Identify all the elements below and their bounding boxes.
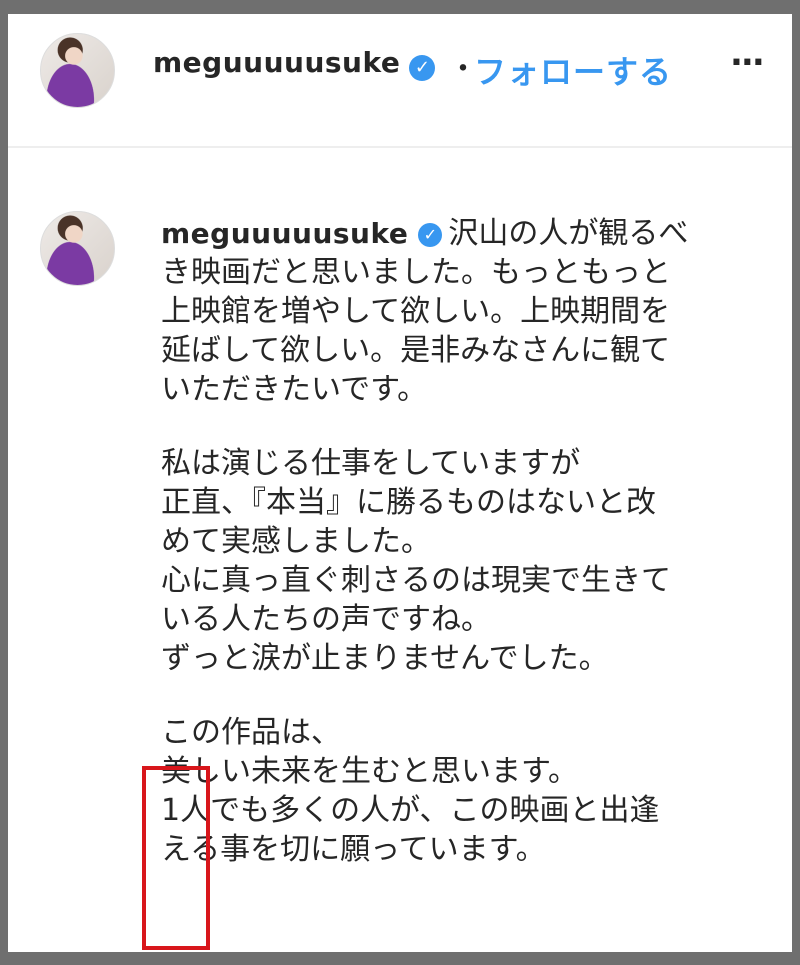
comment-line: 心に真っ直ぐ刺さるのは現実で生きて — [161, 563, 671, 598]
comment-line: ずっと涙が止まりませんでした。 — [161, 641, 609, 676]
verified-badge-icon: ✓ — [409, 54, 436, 81]
comment-line: 1人でも多くの人が、この映画と出逢 — [161, 793, 660, 828]
comment-avatar[interactable] — [40, 211, 115, 286]
comment-text: meguuuuusuke ✓ 沢山の人が観るべ き映画だと思いました。もっともっと … — [161, 214, 751, 869]
comment-line: 正直、『本当』に勝るものはないと改 — [161, 485, 656, 520]
header-username[interactable]: meguuuuusuke — [153, 46, 400, 79]
instagram-post-panel: meguuuuusuke ✓ ・ フォローする ... meguuuuusuke… — [8, 14, 792, 952]
comment-line: 上映館を増やして欲しい。上映期間を — [161, 294, 671, 329]
comment-line: き映画だと思いました。もっともっと — [161, 255, 671, 290]
comment-line: 私は演じる仕事をしていますが — [161, 446, 581, 481]
verified-badge-icon: ✓ — [418, 222, 443, 247]
comment-line: 延ばして欲しい。是非みなさんに観て — [161, 333, 671, 368]
bottom-border — [0, 952, 800, 965]
comment-line: この作品は、 — [161, 715, 341, 750]
comment-username[interactable]: meguuuuusuke — [161, 217, 408, 250]
profile-avatar[interactable] — [40, 33, 115, 108]
comment-line: いただきたいです。 — [161, 372, 428, 407]
comment-line: える事を切に願っています。 — [161, 832, 546, 867]
more-options-icon[interactable]: ... — [730, 34, 765, 74]
comment-line: 美しい未来を生むと思います。 — [161, 754, 578, 789]
comment-line: いる人たちの声ですね。 — [161, 602, 491, 637]
post-header: meguuuuusuke ✓ ・ フォローする ... — [8, 14, 792, 148]
red-highlight-box — [142, 766, 210, 950]
comment-line: 沢山の人が観るべ — [448, 216, 689, 251]
comment-line: めて実感しました。 — [161, 524, 431, 559]
follow-button[interactable]: フォローする — [474, 47, 672, 93]
header-username-row: meguuuuusuke ✓ — [153, 46, 436, 81]
